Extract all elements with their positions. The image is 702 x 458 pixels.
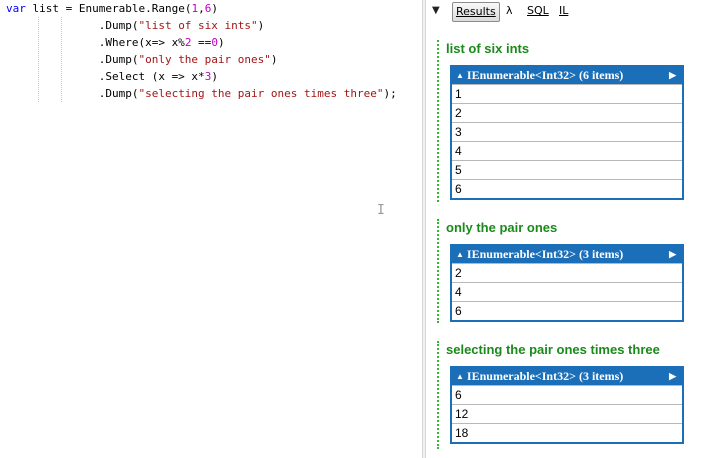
dump-title: list of six ints [446,41,530,56]
result-table: ▲ IEnumerable<Int32> (6 items) ▶ 1 2 3 4 5… [450,65,684,200]
table-header-label: IEnumerable<Int32> (6 items) [466,68,624,82]
sql-tab[interactable]: SQL [527,4,549,17]
table-header[interactable]: ▲ IEnumerable<Int32> (3 items) ▶ [452,246,682,263]
dump-indent-bar [437,219,439,323]
collapse-up-icon[interactable]: ▲ [456,250,464,259]
dump-title: selecting the pair ones times three [446,342,660,357]
table-row: 12 [452,404,682,423]
collapse-up-icon[interactable]: ▲ [456,372,464,381]
table-row: 3 [452,122,682,141]
results-toolbar: ▼ Results λ SQL IL [426,0,702,24]
results-pane: ▼ Results λ SQL IL list of six ints ▲ IEn… [426,0,702,458]
expand-right-icon[interactable]: ▶ [669,368,676,385]
table-header[interactable]: ▲ IEnumerable<Int32> (6 items) ▶ [452,67,682,84]
dump-indent-bar [437,40,439,202]
expand-right-icon[interactable]: ▶ [669,246,676,263]
table-header[interactable]: ▲ IEnumerable<Int32> (3 items) ▶ [452,368,682,385]
results-tab[interactable]: Results [452,2,500,22]
table-header-label: IEnumerable<Int32> (3 items) [466,369,624,383]
expand-right-icon[interactable]: ▶ [669,67,676,84]
table-row: 6 [452,301,682,320]
table-row: 4 [452,141,682,160]
collapse-up-icon[interactable]: ▲ [456,71,464,80]
table-row: 6 [452,179,682,198]
table-row: 18 [452,423,682,442]
code-line[interactable]: .Dump("list of six ints") [6,17,265,34]
table-row: 5 [452,160,682,179]
table-row: 6 [452,385,682,404]
il-tab[interactable]: IL [559,4,568,17]
code-line[interactable]: .Select (x => x*3) [6,68,218,85]
table-row: 1 [452,84,682,103]
result-table: ▲ IEnumerable<Int32> (3 items) ▶ 2 4 6 [450,244,684,322]
table-row: 4 [452,282,682,301]
table-row: 2 [452,103,682,122]
mouse-cursor-icon: I [377,203,385,218]
table-row: 2 [452,263,682,282]
dump-title: only the pair ones [446,220,558,235]
collapse-arrow-icon[interactable]: ▼ [432,5,440,16]
result-table: ▲ IEnumerable<Int32> (3 items) ▶ 6 12 18 [450,366,684,444]
code-line[interactable]: .Where(x=> x%2 ==0) [6,34,225,51]
dump-indent-bar [437,341,439,449]
code-line[interactable]: .Dump("selecting the pair ones times thr… [6,85,397,102]
code-line[interactable]: var list = Enumerable.Range(1,6) [6,0,218,17]
code-editor[interactable]: var list = Enumerable.Range(1,6) .Dump("… [0,0,422,458]
table-header-label: IEnumerable<Int32> (3 items) [466,247,624,261]
lambda-tab[interactable]: λ [506,4,513,17]
code-line[interactable]: .Dump("only the pair ones") [6,51,278,68]
